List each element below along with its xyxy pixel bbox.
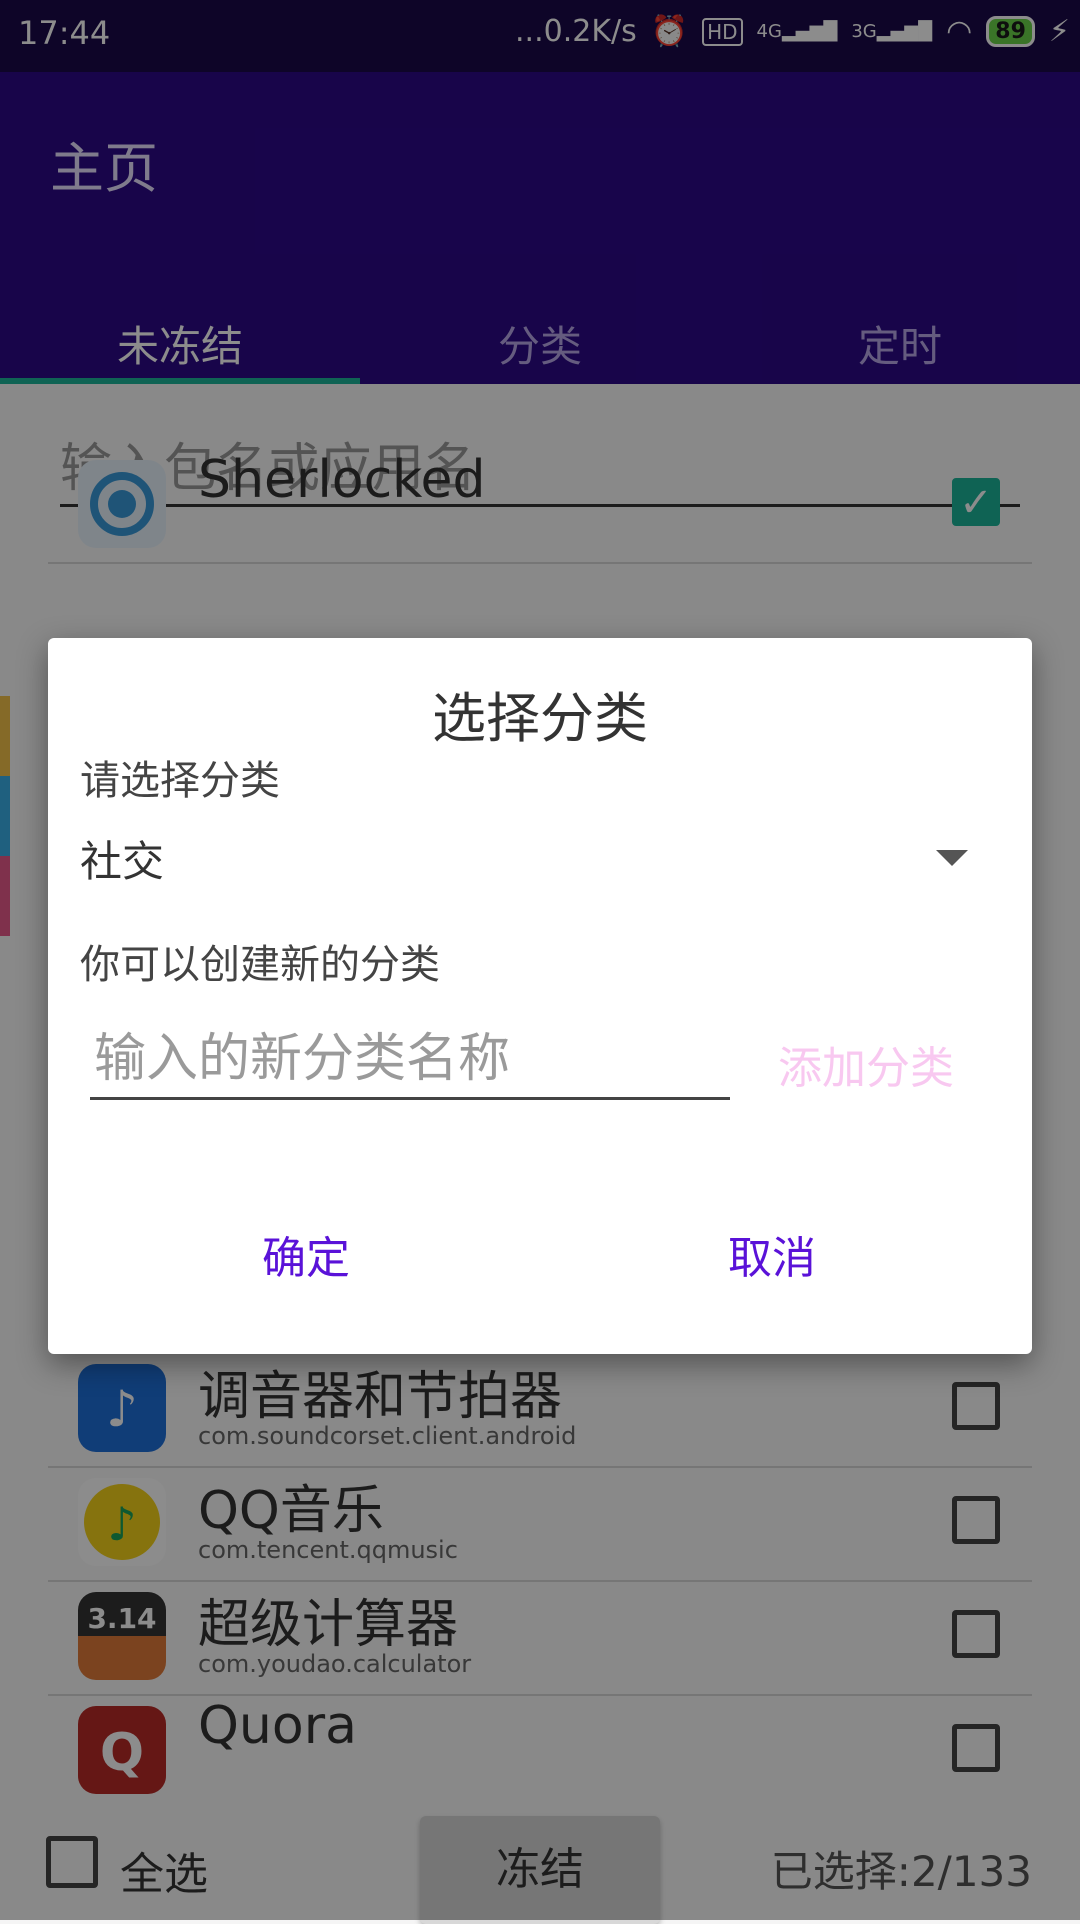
category-dialog: 选择分类 请选择分类 社交 你可以创建新的分类 输入的新分类名称 添加分类 确定… bbox=[48, 638, 1032, 1354]
add-category-button[interactable]: 添加分类 bbox=[778, 1032, 954, 1096]
new-category-input[interactable]: 输入的新分类名称 bbox=[90, 1018, 730, 1100]
category-select[interactable]: 社交 bbox=[80, 828, 1000, 898]
category-prompt: 请选择分类 bbox=[80, 758, 280, 804]
ok-button[interactable]: 确定 bbox=[262, 1222, 350, 1286]
category-select-value: 社交 bbox=[80, 837, 165, 886]
cancel-button[interactable]: 取消 bbox=[728, 1222, 816, 1286]
create-category-hint: 你可以创建新的分类 bbox=[80, 942, 440, 988]
dropdown-arrow-icon bbox=[936, 850, 968, 866]
dialog-title: 选择分类 bbox=[432, 687, 648, 750]
